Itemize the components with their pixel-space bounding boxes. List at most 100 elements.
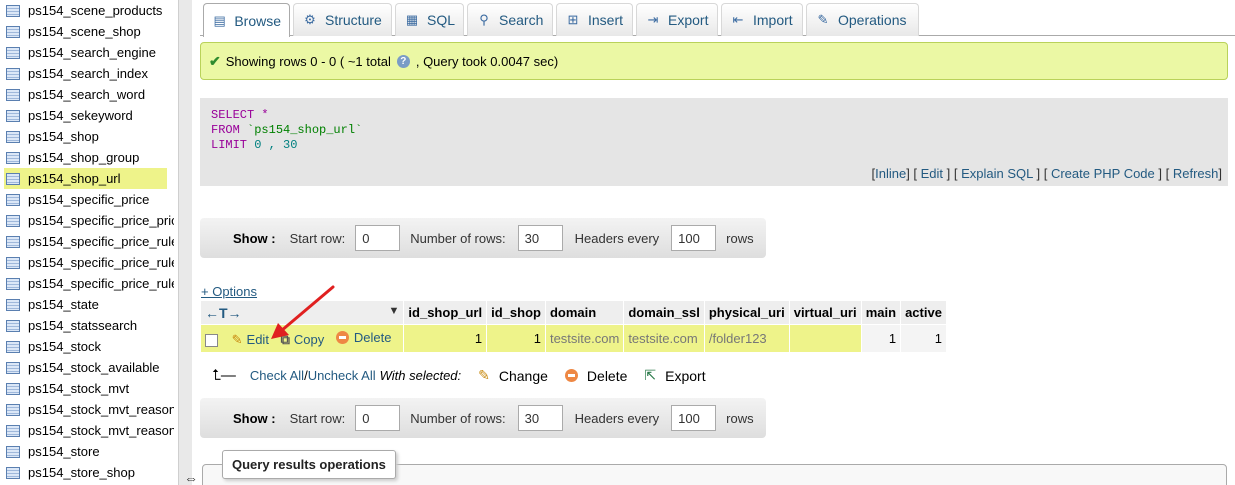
create-php-code-link[interactable]: Create PHP Code [1051,166,1155,181]
number-of-rows-input[interactable] [517,225,563,251]
sidebar-item-table[interactable]: ps154_search_word [6,84,174,105]
sidebar-item-table[interactable]: ps154_stock [6,336,174,357]
column-header-id-shop[interactable]: id_shop [486,300,546,325]
column-header-virtual-uri[interactable]: virtual_uri [788,300,862,325]
delete-row-button[interactable]: Delete [335,330,391,345]
tab-import[interactable]: ⇤ Import [721,3,803,36]
tab-insert[interactable]: ⊞ Insert [556,3,633,36]
sidebar-item-table[interactable]: ps154_stock_mvt_reason [6,399,174,420]
tab-operations[interactable]: ✎ Operations [806,3,919,36]
uncheck-all-link[interactable]: Uncheck All [308,368,376,383]
sidebar-item-table[interactable]: ps154_specific_price_prio [6,210,174,231]
sidebar-item-table[interactable]: ps154_scene_products [6,0,174,21]
resize-handle-icon[interactable]: ⇔ [184,470,198,485]
browse-icon: ▤ [213,12,226,28]
column-header-active[interactable]: active [900,300,947,325]
options-link[interactable]: + Options [201,284,257,299]
sql-action-links: [Inline] [ Edit ] [ Explain SQL ] [ Crea… [871,166,1222,181]
sidebar-item-table[interactable]: ps154_specific_price_rule [6,231,174,252]
start-row-input[interactable] [355,225,401,251]
delete-selected-button[interactable]: Delete [564,368,627,384]
tab-browse[interactable]: ▤ Browse [203,3,290,37]
column-header-physical-uri[interactable]: physical_uri [703,300,790,325]
sidebar-item-table[interactable]: ps154_stock_mvt [6,378,174,399]
sidebar-item-label: ps154_store [28,444,100,459]
sidebar-item-table[interactable]: ps154_specific_price_rule [6,273,174,294]
rows-label: rows [726,410,754,426]
edit-row-button[interactable]: ✎ Edit [232,332,269,348]
cell-domain-ssl[interactable]: testsite.com [623,324,705,353]
search-icon: ⚲ [479,12,489,27]
sidebar-item-table[interactable]: ps154_specific_price_rule [6,252,174,273]
headers-every-input[interactable] [671,225,717,251]
sidebar-item-table[interactable]: ps154_stock_available [6,357,174,378]
column-header-main[interactable]: main [860,300,902,325]
inline-link[interactable]: Inline [875,166,906,181]
navigation-bar-bottom: Show : Start row: Number of rows: Header… [200,398,766,438]
tab-export[interactable]: ⇥ Export [636,3,718,36]
table-icon [6,151,20,164]
sidebar-item-table[interactable]: ps154_state [6,294,174,315]
refresh-link[interactable]: Refresh [1173,166,1219,181]
table-icon [6,88,20,101]
sidebar-item-table[interactable]: ps154_scene_shop [6,21,174,42]
cell-physical-uri[interactable]: /folder123 [703,324,790,353]
sidebar-item-table[interactable]: ps154_search_engine [6,42,174,63]
sidebar-item-table[interactable]: ps154_shop [6,126,174,147]
sidebar-item-label: ps154_specific_price_prio [28,213,174,228]
sidebar-item-table[interactable]: ps154_store_shop [6,462,174,483]
tab-structure[interactable]: ⚙ Structure [293,3,392,36]
row-checkbox[interactable] [205,333,218,347]
sidebar-item-table[interactable]: ps154_store [6,441,174,462]
headers-every-input[interactable] [671,405,717,431]
sidebar-item-table[interactable]: ps154_search_index [6,63,174,84]
table-icon [6,109,20,122]
export-selected-button[interactable]: ⇱ Export [644,367,705,384]
start-row-label: Start row: [289,410,346,426]
column-header-id-shop-url[interactable]: id_shop_url [403,300,488,325]
tab-label: Structure [325,12,382,28]
sidebar-item-table[interactable]: ps154_shop_url [4,168,167,189]
table-icon [6,445,20,458]
help-icon[interactable]: ? [396,54,410,68]
cell-active[interactable]: 1 [900,324,947,353]
table-icon [6,235,20,248]
explain-sql-link[interactable]: Explain SQL [961,166,1033,181]
table-icon [6,46,20,59]
sidebar-item-table[interactable]: ps154_stock_mvt_reason_ [6,420,174,441]
cell-virtual-uri[interactable] [788,324,862,353]
sidebar-item-label: ps154_shop_url [28,171,121,186]
start-row-input[interactable] [355,405,401,431]
table-icon [6,67,20,80]
table-icon [6,340,20,353]
column-arrows-icon[interactable]: ←T→ [205,305,242,321]
sidebar-item-table[interactable]: ps154_shop_group [6,147,174,168]
sidebar-item-label: ps154_statssearch [28,318,138,333]
cell-domain[interactable]: testsite.com [544,324,625,353]
tab-search[interactable]: ⚲ Search [467,3,553,36]
tab-sql[interactable]: ▦ SQL [395,3,464,36]
sort-triangle-icon[interactable]: ▼ [389,305,400,317]
sql-keyword-select: SELECT [211,108,255,122]
success-text: Showing rows 0 - 0 ( ~1 total [225,53,391,69]
sidebar-item-table[interactable]: ps154_sekeyword [6,105,174,126]
sidebar-divider[interactable] [178,0,192,485]
structure-icon: ⚙ [304,12,316,27]
column-header-domain[interactable]: domain [544,300,625,325]
table-icon [6,466,20,479]
cell-id-shop-url[interactable]: 1 [403,324,488,353]
sidebar-item-label: ps154_search_engine [28,45,156,60]
sidebar-item-table[interactable]: ps154_statssearch [6,315,174,336]
check-icon: ✔ [209,52,221,69]
import-icon: ⇤ [732,12,744,27]
change-button[interactable]: ✎ Change [478,367,548,384]
edit-sql-link[interactable]: Edit [921,166,943,181]
cell-id-shop[interactable]: 1 [486,324,546,353]
number-of-rows-label: Number of rows: [410,230,506,246]
cell-main[interactable]: 1 [860,324,902,353]
sidebar-item-table[interactable]: ps154_specific_price [6,189,174,210]
table-icon [6,4,20,17]
number-of-rows-input[interactable] [517,405,563,431]
check-all-link[interactable]: Check All [250,368,304,383]
column-header-domain-ssl[interactable]: domain_ssl [623,300,705,325]
